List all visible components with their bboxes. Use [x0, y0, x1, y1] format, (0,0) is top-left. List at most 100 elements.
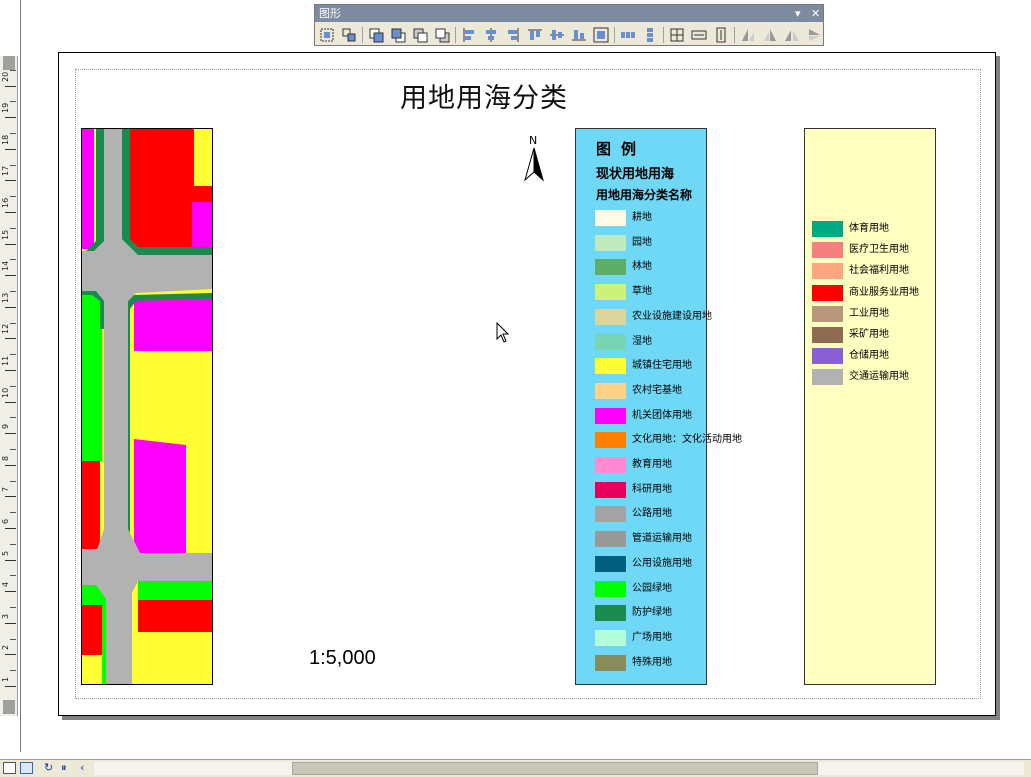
- legend-label: 交通运输用地: [849, 371, 909, 383]
- toolbar-separator: [362, 27, 363, 43]
- map-parcel: [82, 655, 102, 684]
- ruler-label: 18: [1, 134, 10, 145]
- ruler-minor-tick: [10, 385, 16, 387]
- ruler-minor-tick: [10, 512, 16, 514]
- ruler-minor-tick: [10, 543, 16, 545]
- ruler-major-tick: [5, 85, 16, 87]
- legend-swatch: [595, 358, 626, 375]
- legend-label: 城镇住宅用地: [632, 360, 692, 372]
- send-to-back-icon[interactable]: [389, 26, 407, 44]
- legend-label: 社会福利用地: [849, 265, 909, 277]
- legend-swatch: [595, 629, 626, 646]
- toolbar-separator: [663, 27, 664, 43]
- legend-label: 工业用地: [849, 307, 889, 319]
- ruler-major-tick: [5, 433, 16, 435]
- rotate-right-icon[interactable]: [761, 26, 779, 44]
- data-view-button[interactable]: [20, 762, 33, 774]
- legend-label: 耕地: [632, 212, 652, 223]
- align-top-icon[interactable]: [526, 26, 544, 44]
- vertical-ruler: 1 2 3 4 5 6 7 8 9 10 11 12 13 14 15 16 17 18 19 20: [0, 56, 18, 716]
- scrollbar-thumb[interactable]: [292, 762, 818, 775]
- align-right-icon[interactable]: [504, 26, 522, 44]
- ruler-label: 16: [1, 197, 10, 208]
- align-left-icon[interactable]: [460, 26, 478, 44]
- group-icon[interactable]: [318, 26, 336, 44]
- ruler-minor-tick: [10, 101, 16, 103]
- map-parcel: [138, 632, 212, 684]
- flip-horizontal-icon[interactable]: [783, 26, 801, 44]
- make-same-size-icon[interactable]: [668, 26, 686, 44]
- fit-width-icon[interactable]: [690, 26, 708, 44]
- ruler-major-tick: [5, 117, 16, 119]
- ungroup-icon[interactable]: [340, 26, 358, 44]
- ruler-major-tick: [5, 654, 16, 656]
- fit-height-icon[interactable]: [712, 26, 730, 44]
- legend-label: 管道运输用地: [632, 533, 692, 545]
- bring-to-front-icon[interactable]: [367, 26, 385, 44]
- ruler-minor-tick: [10, 291, 16, 292]
- align-middle-icon[interactable]: [548, 26, 566, 44]
- toolbar-close-icon[interactable]: ✕: [811, 5, 820, 22]
- pause-icon[interactable]: ⏸: [61, 761, 67, 775]
- legend-title: 图例: [596, 140, 647, 158]
- north-arrow-icon[interactable]: [522, 136, 546, 184]
- legend-swatch: [812, 327, 843, 343]
- ruler-label: 2: [1, 645, 10, 651]
- map-title[interactable]: 用地用海分类: [400, 76, 568, 115]
- ruler-major-tick: [5, 401, 16, 403]
- refresh-icon[interactable]: ↻: [44, 761, 53, 774]
- align-center-icon[interactable]: [482, 26, 500, 44]
- legend-label: 防护绿地: [632, 607, 672, 619]
- legend-label: 文化用地：文化活动用地: [632, 434, 742, 446]
- mouse-cursor-icon: [496, 322, 510, 343]
- ruler-minor-tick: [10, 354, 16, 356]
- map-frame[interactable]: [81, 128, 213, 685]
- legend-label: 园地: [632, 236, 652, 248]
- toolbar-title-bar[interactable]: 图形 ▾ ✕: [315, 5, 823, 22]
- ruler-label: 13: [1, 292, 10, 303]
- ruler-minor-tick: [10, 449, 16, 450]
- align-bottom-icon[interactable]: [570, 26, 588, 44]
- legend-swatch: [595, 259, 626, 276]
- map-parcel: [138, 584, 212, 600]
- legend-swatch: [812, 348, 843, 365]
- ruler-minor-tick: [10, 575, 16, 577]
- legend-swatch: [595, 531, 626, 548]
- map-road: [82, 549, 104, 561]
- ruler-label: 14: [1, 261, 10, 272]
- rotate-left-icon[interactable]: [739, 26, 757, 44]
- legend-box[interactable]: 图例 现状用地用海 用地用海分类名称 耕地 园地 林地 草地 农业设施建设用地 湿地 城镇住…: [575, 128, 742, 685]
- send-backward-icon[interactable]: [433, 26, 451, 44]
- legend-swatch: [595, 555, 626, 572]
- drawing-toolbar[interactable]: 图形 ▾ ✕: [314, 4, 824, 46]
- horizontal-scrollbar[interactable]: [94, 762, 1024, 775]
- distribute-vertically-icon[interactable]: [641, 26, 659, 44]
- legend-label: 特殊用地: [632, 656, 672, 668]
- distribute-horizontally-icon[interactable]: [619, 26, 637, 44]
- legend-label: 体育用地: [849, 223, 889, 234]
- scroll-left-icon[interactable]: ‹: [80, 761, 84, 774]
- ruler-major-tick: [5, 559, 16, 561]
- toolbar-separator: [455, 27, 456, 43]
- bring-forward-icon[interactable]: [411, 26, 429, 44]
- align-to-margins-icon[interactable]: [592, 26, 610, 44]
- ruler-label: 15: [1, 229, 10, 240]
- flip-vertical-icon[interactable]: [805, 26, 823, 44]
- layout-view-button[interactable]: [3, 762, 16, 774]
- ruler-label: 20: [1, 71, 10, 82]
- toolbar-menu-arrow-icon[interactable]: ▾: [795, 5, 801, 22]
- scale-text[interactable]: 1:5,000: [309, 647, 376, 670]
- legend-label: 农业设施建设用地: [632, 310, 712, 322]
- legend-swatch: [595, 382, 626, 399]
- ruler-minor-tick: [10, 133, 16, 134]
- ruler-major-tick: [5, 243, 16, 245]
- ruler-divider: [20, 0, 21, 752]
- map-parcel: [192, 186, 212, 202]
- legend-swatch: [595, 580, 626, 597]
- legend-label: 公用设施用地: [632, 557, 692, 569]
- legend-swatch: [595, 481, 626, 498]
- ruler-major-tick: [5, 148, 16, 150]
- ruler-label: 10: [1, 387, 10, 398]
- map-parcel: [192, 202, 212, 249]
- legend-box-continued[interactable]: 体育用地 医疗卫生用地 社会福利用地 商业服务业用地 工业用地 采矿用地 仓储用地 交通运输用…: [804, 128, 936, 685]
